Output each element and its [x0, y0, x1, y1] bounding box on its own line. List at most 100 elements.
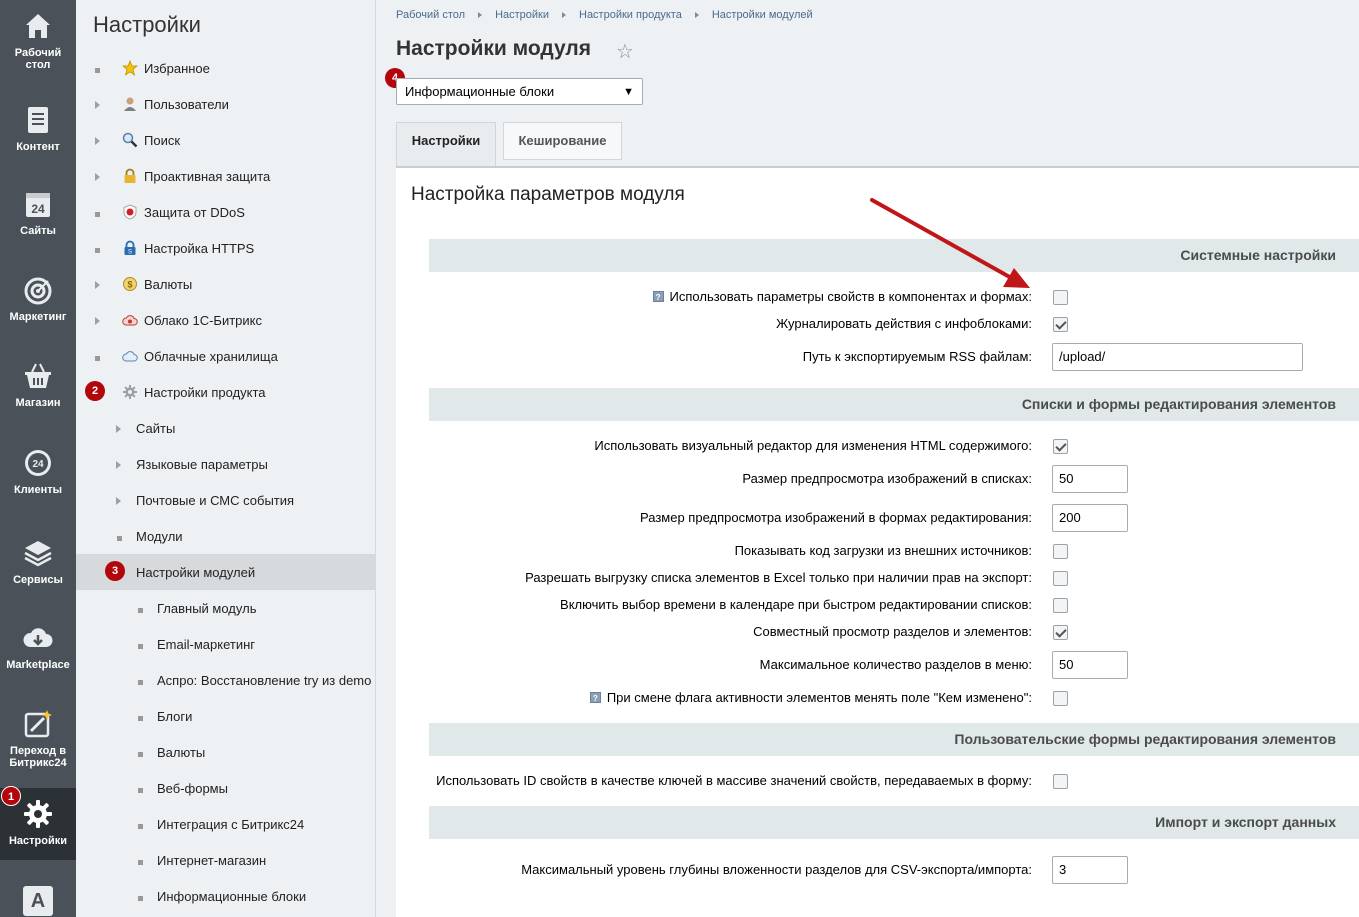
menu-item-iblocks[interactable]: Информационные блоки	[76, 878, 375, 914]
menu-item-label: Избранное	[144, 60, 210, 76]
menu-bitrix24[interactable]: Переход в Битрикс24	[0, 708, 76, 769]
cloud-download-icon	[23, 628, 53, 647]
menu-item-aspro[interactable]: Аспро: Восстановление try из demo	[76, 662, 375, 698]
settings-menu: Настройки Избранное Пользователи Поиск П…	[76, 0, 376, 917]
expand-arrow-icon[interactable]	[95, 280, 100, 289]
checkbox-excel-export-rights[interactable]	[1053, 571, 1068, 586]
breadcrumb-link[interactable]: Настройки модулей	[712, 9, 813, 21]
help-icon[interactable]: ?	[652, 291, 664, 302]
menu-item-users[interactable]: Пользователи	[76, 86, 375, 122]
menu-item-mail-events[interactable]: Почтовые и СМС события	[76, 482, 375, 518]
menu-item-currencies[interactable]: $ Валюты	[76, 266, 375, 302]
menu-marketing[interactable]: Маркетинг	[0, 274, 76, 323]
menu-item-label: Облако 1С-Битрикс	[144, 312, 262, 328]
menu-item-blogs[interactable]: Блоги	[76, 698, 375, 734]
menu-item-product-settings[interactable]: Настройки продукта	[76, 374, 375, 410]
checkbox-modified-by[interactable]	[1053, 691, 1068, 706]
checkbox-visual-editor[interactable]	[1053, 439, 1068, 454]
module-select[interactable]: Информационные блоки ▼	[396, 78, 643, 105]
menu-clients[interactable]: 24 Клиенты	[0, 447, 76, 496]
cloud-storage-icon	[122, 351, 138, 362]
menu-item-language[interactable]: Языковые параметры	[76, 446, 375, 482]
menu-label: Сайты	[20, 225, 56, 237]
menu-item-label: Веб-формы	[157, 780, 228, 796]
section-title: Пользовательские формы редактирования эл…	[954, 731, 1336, 747]
menu-item-label: Сайты	[136, 420, 176, 436]
menu-item-proactive[interactable]: Проактивная защита	[76, 158, 375, 194]
menu-marketplace[interactable]: Marketplace	[0, 622, 76, 671]
section-title: Импорт и экспорт данных	[1155, 814, 1336, 830]
menu-item-label: Интеграция с Битрикс24	[157, 816, 305, 832]
breadcrumb-link[interactable]: Настройки	[495, 9, 549, 21]
menu-item-label: Облачные хранилища	[144, 348, 278, 364]
checkbox-external-code[interactable]	[1053, 544, 1068, 559]
expand-arrow-icon[interactable]	[95, 136, 100, 145]
search-icon	[122, 132, 138, 148]
bullet-icon	[117, 535, 122, 541]
menu-item-modules[interactable]: Модули	[76, 518, 375, 554]
menu-item-sites[interactable]: Сайты	[76, 410, 375, 446]
menu-shop[interactable]: Магазин	[0, 360, 76, 409]
settings-gear-icon	[123, 385, 137, 399]
option-label: Максимальный уровень глубины вложенности…	[521, 862, 1032, 877]
menu-item-currency-module[interactable]: Валюты	[76, 734, 375, 770]
help-icon[interactable]: ?	[589, 692, 601, 703]
bullet-icon	[95, 211, 100, 217]
csv-depth-input[interactable]: 3	[1052, 856, 1128, 884]
tab-caching[interactable]: Кеширование	[503, 122, 622, 160]
menu-bottom-logo[interactable]: A	[0, 886, 76, 916]
expand-arrow-icon[interactable]	[116, 460, 121, 469]
breadcrumb-link[interactable]: Рабочий стол	[396, 9, 465, 21]
main-content: Рабочий стол Настройки Настройки продукт…	[376, 0, 1359, 917]
menu-item-search[interactable]: Поиск	[76, 122, 375, 158]
menu-item-favorites[interactable]: Избранное	[76, 50, 375, 86]
checkbox-use-property-params[interactable]	[1053, 290, 1068, 305]
expand-arrow-icon[interactable]	[95, 172, 100, 181]
expand-arrow-icon[interactable]	[95, 316, 100, 325]
checkbox-property-id-keys[interactable]	[1053, 774, 1068, 789]
expand-arrow-icon[interactable]	[95, 100, 100, 109]
gear-icon	[24, 800, 52, 828]
menu-item-main-module[interactable]: Главный модуль	[76, 590, 375, 626]
max-sections-menu-input[interactable]: 50	[1052, 651, 1128, 679]
option-text: Использовать параметры свойств в компоне…	[669, 289, 1032, 304]
menu-sites[interactable]: 24 Сайты	[0, 188, 76, 237]
menu-item-eshop[interactable]: Интернет-магазин	[76, 842, 375, 878]
layers-icon	[24, 541, 52, 567]
menu-content[interactable]: Контент	[0, 104, 76, 153]
option-label: Использовать ID свойств в качестве ключе…	[436, 773, 1032, 788]
preview-size-list-input[interactable]: 50	[1052, 465, 1128, 493]
tab-settings[interactable]: Настройки	[396, 122, 496, 167]
checkbox-combined-view[interactable]	[1053, 625, 1068, 640]
preview-size-form-input[interactable]: 200	[1052, 504, 1128, 532]
magic-wand-icon	[24, 710, 52, 738]
menu-item-email-marketing[interactable]: Email-маркетинг	[76, 626, 375, 662]
expand-arrow-icon[interactable]	[116, 424, 121, 433]
rss-path-input[interactable]: /upload/	[1052, 343, 1303, 371]
menu-item-label: Модули	[136, 528, 183, 544]
favorite-star-icon[interactable]: ☆	[616, 39, 634, 64]
home-icon	[26, 14, 50, 38]
menu-item-ddos[interactable]: Защита от DDoS	[76, 194, 375, 230]
checkbox-log-iblock-actions[interactable]	[1053, 317, 1068, 332]
menu-label: Marketplace	[6, 659, 70, 671]
menu-label: Сервисы	[13, 574, 63, 586]
option-label: ? Использовать параметры свойств в компон…	[396, 289, 1032, 304]
svg-text:$: $	[127, 280, 132, 290]
menu-item-web-forms[interactable]: Веб-формы	[76, 770, 375, 806]
menu-desktop[interactable]: Рабочий стол	[0, 10, 76, 71]
step-badge-1: 1	[1, 786, 21, 806]
menu-item-label: Настройка HTTPS	[144, 240, 255, 256]
checkbox-calendar-time[interactable]	[1053, 598, 1068, 613]
menu-item-cloud-storage[interactable]: Облачные хранилища	[76, 338, 375, 374]
breadcrumb-link[interactable]: Настройки продукта	[579, 9, 682, 21]
option-label: Журналировать действия с инфоблоками:	[776, 316, 1032, 331]
menu-item-b24-integration[interactable]: Интеграция с Битрикс24	[76, 806, 375, 842]
expand-arrow-icon[interactable]	[116, 496, 121, 505]
menu-services[interactable]: Сервисы	[0, 537, 76, 586]
menu-item-https[interactable]: S Настройка HTTPS	[76, 230, 375, 266]
menu-label: Магазин	[15, 397, 61, 409]
option-label: Размер предпросмотра изображений в форма…	[640, 510, 1032, 525]
menu-item-bitrix-cloud[interactable]: Облако 1С-Битрикс	[76, 302, 375, 338]
section-header: Системные настройки	[429, 239, 1359, 272]
